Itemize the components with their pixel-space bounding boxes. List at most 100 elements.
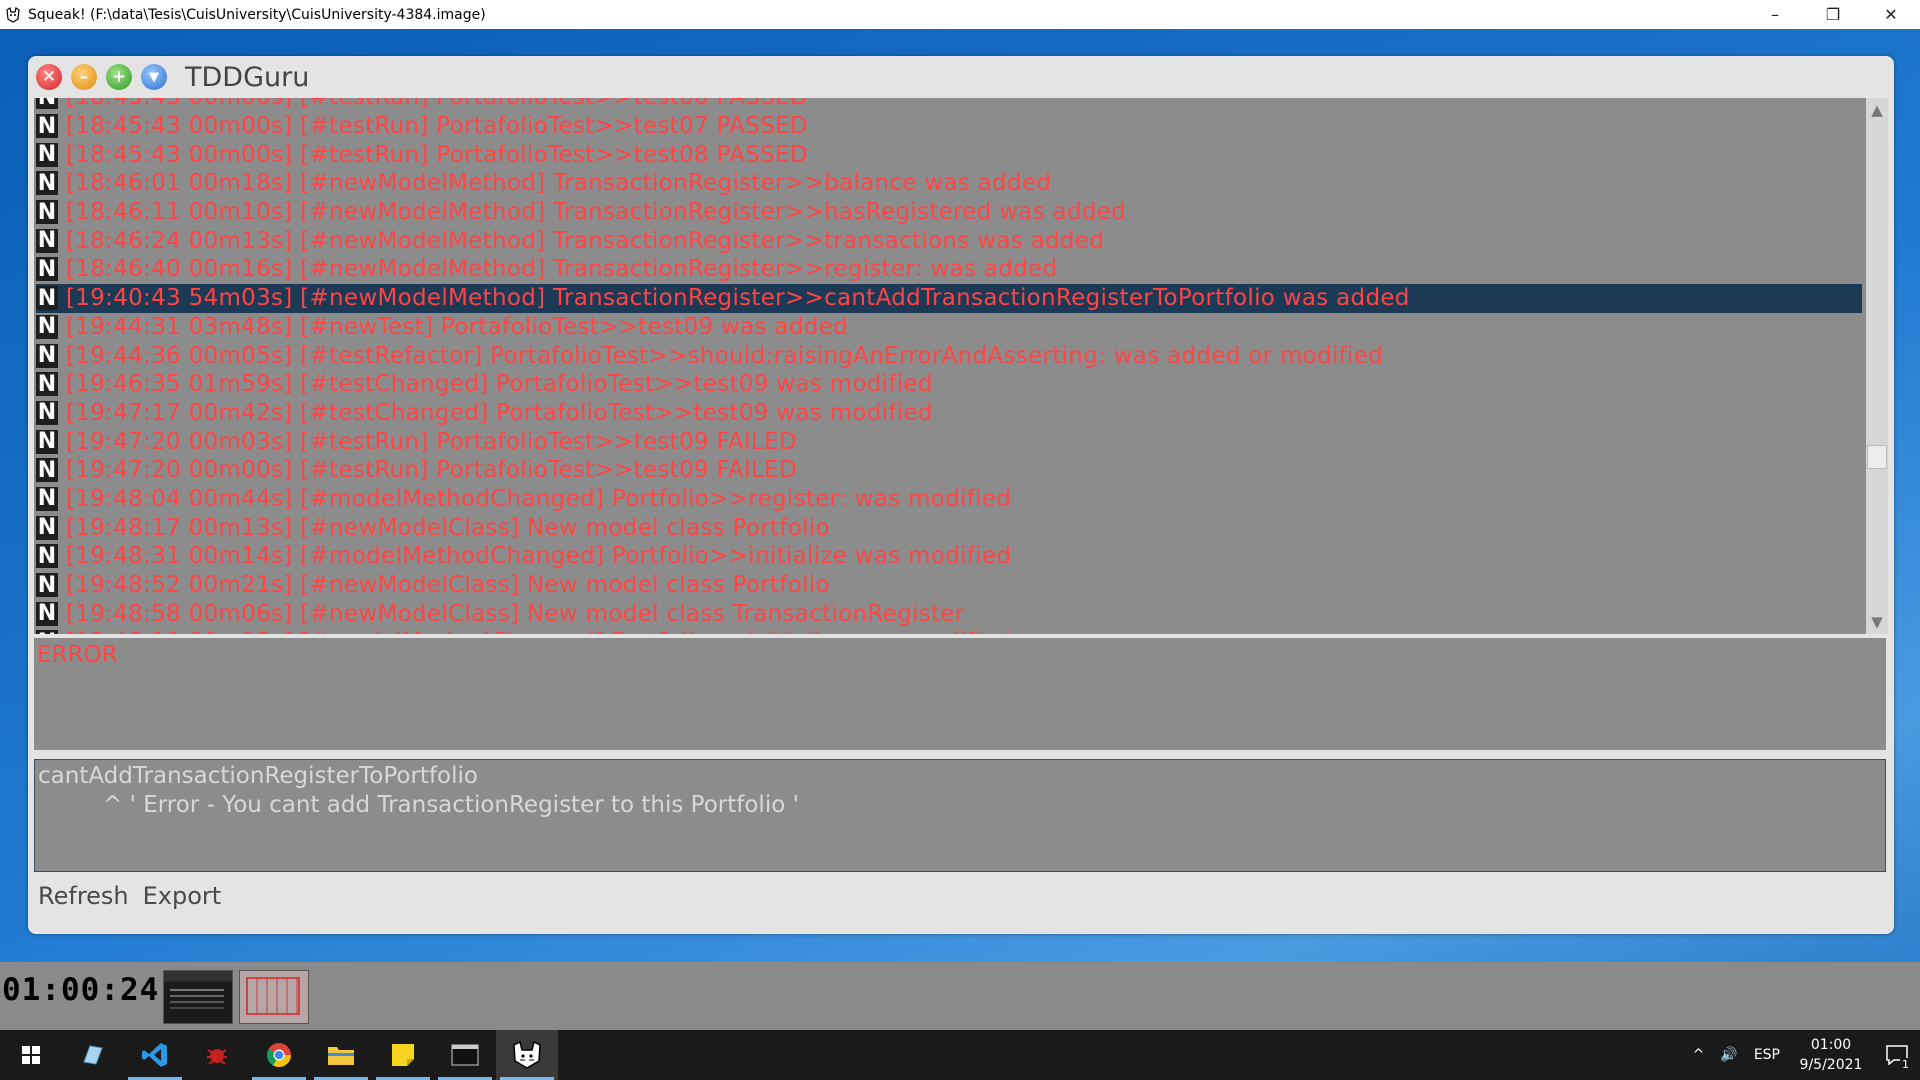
- log-entry-type-badge: N: [36, 285, 58, 311]
- log-entry-text: [19:47:20 00m00s] [#testRun] PortafolioT…: [66, 457, 797, 484]
- notes-icon[interactable]: [62, 1030, 124, 1080]
- taskbar: ^ 🔊 ESP 01:00 9/5/2021 1: [0, 1030, 1920, 1080]
- log-entry-row[interactable]: N [19:48:17 00m13s] [#newModelClass] New …: [36, 513, 1862, 542]
- log-entry-type-badge: N: [36, 371, 58, 397]
- log-entry-row[interactable]: N [18:46:24 00m13s] [#newModelMethod] Tra…: [36, 226, 1862, 255]
- input-language[interactable]: ESP: [1754, 1047, 1780, 1063]
- log-entry-row[interactable]: N [19:48:58 00m06s] [#newModelClass] New …: [36, 599, 1862, 628]
- scrollbar-thumb[interactable]: [1867, 445, 1887, 469]
- os-close-button[interactable]: ✕: [1862, 0, 1920, 29]
- log-entry-type-badge: N: [36, 256, 58, 282]
- log-entry-text: [18:45:43 00m00s] [#testRun] PortafolioT…: [66, 141, 808, 168]
- log-entry-type-badge: N: [36, 142, 58, 168]
- error-label: ERROR: [37, 642, 118, 668]
- log-entry-text: [18:45:43 00m00s] [#testRun] PortafolioT…: [66, 113, 808, 140]
- log-entry-type-badge: N: [36, 400, 58, 426]
- window-thumbnail-terminal[interactable]: [163, 970, 233, 1024]
- log-entry-type-badge: N: [36, 572, 58, 598]
- sticky-notes-icon[interactable]: [372, 1030, 434, 1080]
- log-entry-type-badge: N: [36, 429, 58, 455]
- log-entry-type-badge: N: [36, 199, 58, 225]
- log-entry-row[interactable]: N [19:46:35 01m59s] [#testChanged] Portaf…: [36, 370, 1862, 399]
- log-entry-row[interactable]: N [18:46:40 00m16s] [#newModelMethod] Tra…: [36, 255, 1862, 284]
- log-scrollbar[interactable]: ▲ ▼: [1866, 98, 1888, 634]
- log-entry-text: [19:48:17 00m13s] [#newModelClass] New m…: [66, 514, 830, 541]
- log-entry-type-badge: N: [36, 228, 58, 254]
- window-thumbnail-tddguru[interactable]: [239, 970, 309, 1024]
- log-entry-type-badge: N: [36, 543, 58, 569]
- terminal-icon[interactable]: [434, 1030, 496, 1080]
- tddguru-window: ✕ – + ▼ TDDGuru N [18:45:43 00m00s] [#tes…: [28, 56, 1894, 934]
- scroll-down-arrow-icon[interactable]: ▼: [1869, 614, 1885, 630]
- log-entry-text: [18:46:24 00m13s] [#newModelMethod] Tran…: [66, 227, 1105, 254]
- log-entry-text: [18:45:43 00m00s] [#testRun] PortafolioT…: [66, 98, 808, 110]
- log-entry-text: [19:44:31 03m48s] [#newTest] PortafolioT…: [66, 313, 848, 340]
- window-menu-button[interactable]: ▼: [141, 64, 167, 90]
- log-entry-text: [19:48:52 00m21s] [#newModelClass] New m…: [66, 572, 830, 599]
- log-entry-row[interactable]: N [19:47:20 00m00s] [#testRun] Portafolio…: [36, 456, 1862, 485]
- log-entry-text: [19:48:58 00m06s] [#newModelClass] New m…: [66, 600, 965, 627]
- squeak-app-icon: [4, 6, 22, 24]
- refresh-button[interactable]: Refresh: [38, 882, 129, 910]
- window-title-bar[interactable]: ✕ – + ▼ TDDGuru: [28, 56, 1894, 98]
- log-entry-type-badge: N: [36, 170, 58, 196]
- log-entry-row[interactable]: N [18:45:43 00m00s] [#testRun] Portafolio…: [36, 112, 1862, 141]
- log-entry-type-badge: N: [36, 343, 58, 369]
- debugger-icon[interactable]: [186, 1030, 248, 1080]
- file-explorer-icon[interactable]: [310, 1030, 372, 1080]
- error-pane[interactable]: ERROR: [34, 638, 1886, 750]
- tray-overflow-chevron-icon[interactable]: ^: [1693, 1047, 1705, 1063]
- notification-count: 1: [1900, 1058, 1911, 1071]
- log-entry-row[interactable]: N [19:48:04 00m44s] [#modelMethodChanged]…: [36, 485, 1862, 514]
- export-button[interactable]: Export: [143, 882, 222, 910]
- recording-timer: 01:00:24: [2, 972, 160, 1008]
- chrome-icon[interactable]: [248, 1030, 310, 1080]
- log-entry-text: [18:46:40 00m16s] [#newModelMethod] Tran…: [66, 256, 1058, 283]
- log-entry-type-badge: N: [36, 515, 58, 541]
- os-title-bar: Squeak! (F:\data\Tesis\CuisUniversity\Cu…: [0, 0, 1920, 29]
- log-entry-row[interactable]: N [19:44:36 00m05s] [#testRefactor] Porta…: [36, 341, 1862, 370]
- log-entry-row[interactable]: N [19:47:17 00m42s] [#testChanged] Portaf…: [36, 399, 1862, 428]
- log-entry-type-badge: N: [36, 457, 58, 483]
- code-method-body: ^ ' Error - You cant add TransactionRegi…: [103, 792, 799, 818]
- log-entry-text: [19:40:43 54m03s] [#newModelMethod] Tran…: [66, 285, 1410, 312]
- os-minimize-button[interactable]: –: [1746, 0, 1804, 29]
- log-entry-row[interactable]: N [18:45:43 00m00s] [#testRun] Portafolio…: [36, 140, 1862, 169]
- log-entry-row[interactable]: N [19:47:20 00m03s] [#testRun] Portafolio…: [36, 427, 1862, 456]
- log-entry-row[interactable]: N [19:49:10 00m12s] [#modelMethodChanged]…: [36, 628, 1862, 634]
- log-entry-row[interactable]: N [18:46:01 00m18s] [#newModelMethod] Tra…: [36, 169, 1862, 198]
- log-entry-type-badge: N: [36, 630, 58, 634]
- volume-icon[interactable]: 🔊: [1720, 1047, 1737, 1063]
- taskbar-date: 9/5/2021: [1799, 1057, 1863, 1073]
- window-close-button[interactable]: ✕: [36, 64, 62, 90]
- code-method-name: cantAddTransactionRegisterToPortfolio: [38, 763, 478, 789]
- vscode-icon[interactable]: [124, 1030, 186, 1080]
- code-pane[interactable]: cantAddTransactionRegisterToPortfolio ^ …: [34, 759, 1886, 872]
- taskbar-clock[interactable]: 01:00 9/5/2021: [1788, 1035, 1874, 1075]
- log-entry-text: [19:47:20 00m03s] [#testRun] PortafolioT…: [66, 428, 797, 455]
- log-entry-text: [18:46:11 00m10s] [#newModelMethod] Tran…: [66, 199, 1127, 226]
- event-log-rows: N [18:45:43 00m00s] [#testRun] Portafolio…: [36, 98, 1862, 634]
- start-icon[interactable]: [0, 1030, 62, 1080]
- os-window-title: Squeak! (F:\data\Tesis\CuisUniversity\Cu…: [28, 6, 486, 23]
- log-entry-text: [19:47:17 00m42s] [#testChanged] Portafo…: [66, 399, 933, 426]
- log-entry-row[interactable]: N [19:48:31 00m14s] [#modelMethodChanged]…: [36, 542, 1862, 571]
- scroll-up-arrow-icon[interactable]: ▲: [1869, 102, 1885, 118]
- log-entry-row[interactable]: N [19:48:52 00m21s] [#newModelClass] New …: [36, 571, 1862, 600]
- log-entry-type-badge: N: [36, 113, 58, 139]
- window-expand-button[interactable]: +: [106, 64, 132, 90]
- window-collapse-button[interactable]: –: [71, 64, 97, 90]
- squeak-icon[interactable]: [496, 1030, 558, 1080]
- log-entry-row[interactable]: N [19:40:43 54m03s] [#newModelMethod] Tra…: [36, 283, 1862, 313]
- os-restore-button[interactable]: ❐: [1804, 0, 1862, 29]
- log-entry-text: [19:48:04 00m44s] [#modelMethodChanged] …: [66, 485, 1012, 512]
- log-entry-row[interactable]: N [18:46:11 00m10s] [#newModelMethod] Tra…: [36, 198, 1862, 227]
- log-entry-text: [19:46:35 01m59s] [#testChanged] Portafo…: [66, 371, 933, 398]
- log-entry-row[interactable]: N [19:44:31 03m48s] [#newTest] Portafolio…: [36, 313, 1862, 342]
- log-entry-text: [19:44:36 00m05s] [#testRefactor] Portaf…: [66, 342, 1384, 369]
- log-entry-row[interactable]: N [18:45:43 00m00s] [#testRun] Portafolio…: [36, 98, 1862, 112]
- event-log-list[interactable]: N [18:45:43 00m00s] [#testRun] Portafolio…: [34, 98, 1866, 634]
- notification-center-icon[interactable]: 1: [1874, 1030, 1920, 1080]
- log-entry-type-badge: N: [36, 486, 58, 512]
- taskbar-time: 01:00: [1810, 1037, 1852, 1053]
